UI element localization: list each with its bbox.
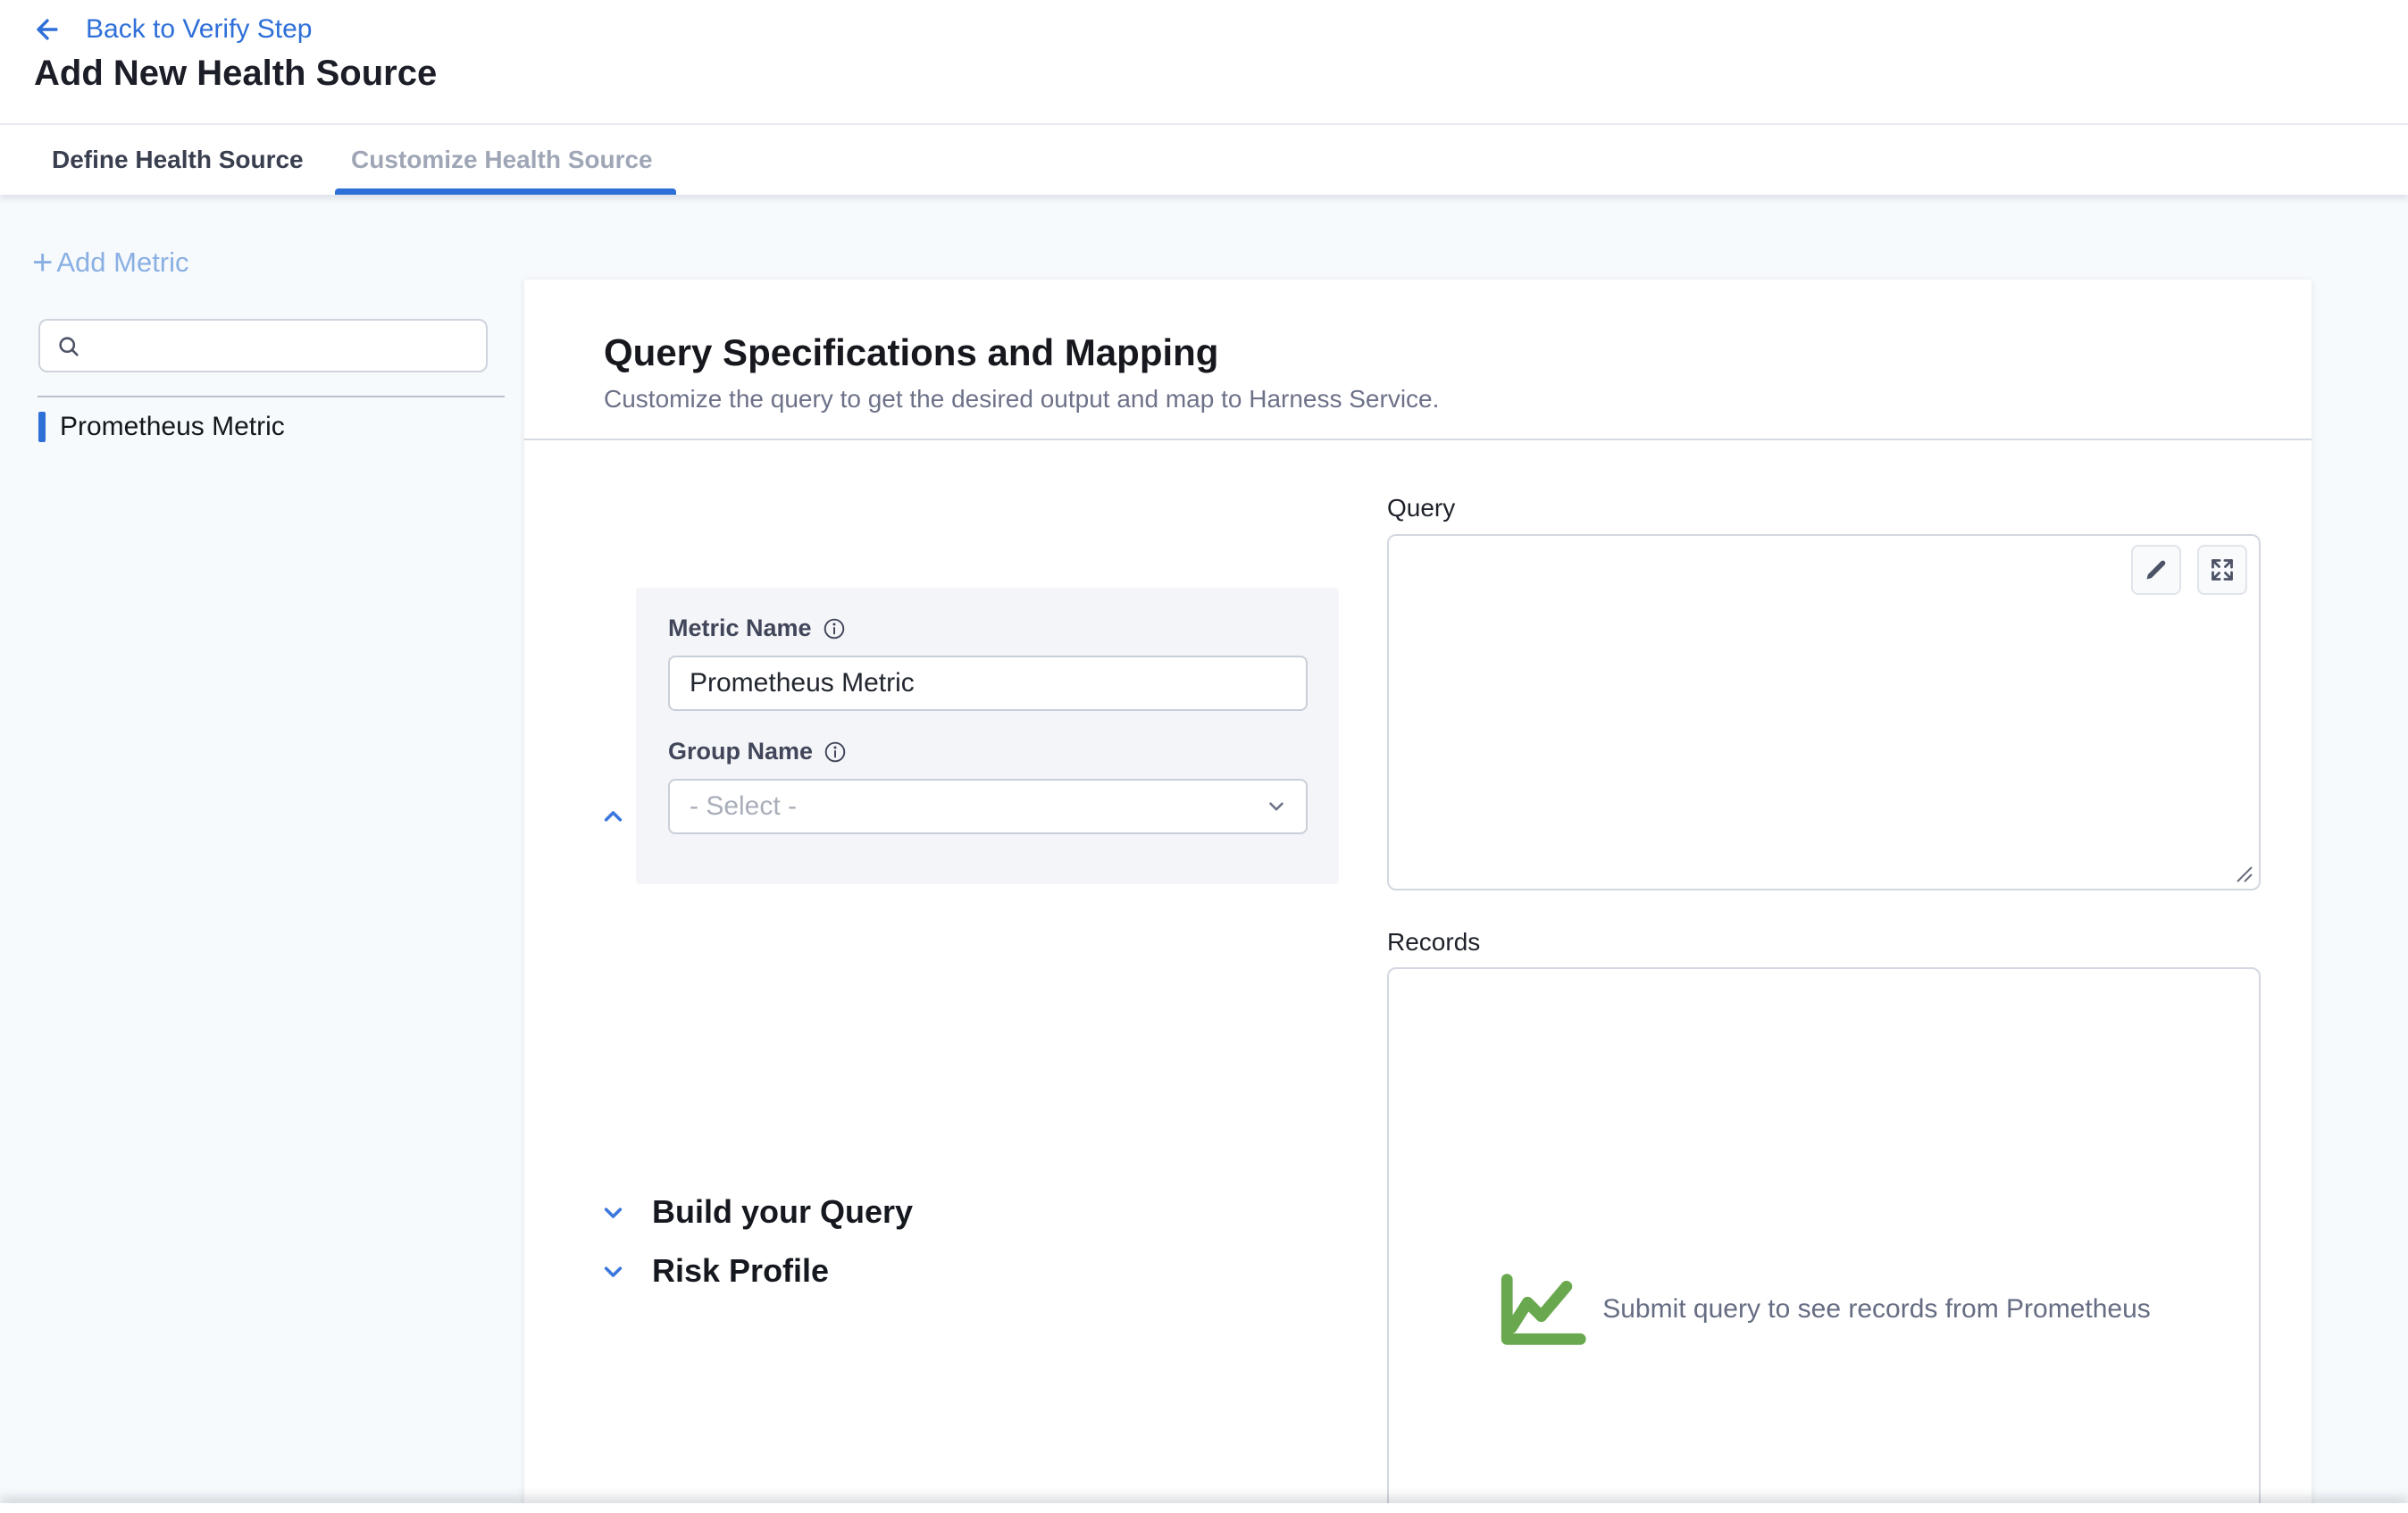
selected-indicator-bar [38, 412, 46, 442]
info-icon[interactable] [824, 740, 847, 764]
pencil-icon [2144, 557, 2169, 582]
query-label: Query [1387, 494, 1455, 522]
section-title: Build your Query [652, 1193, 913, 1231]
group-name-label-text: Group Name [668, 738, 813, 765]
metric-item-label: Prometheus Metric [60, 412, 285, 442]
query-textarea[interactable] [1387, 534, 2261, 890]
info-icon[interactable] [823, 617, 846, 640]
card-divider [524, 439, 2312, 440]
metric-name-label: Metric Name [668, 614, 846, 642]
expand-icon [2210, 557, 2235, 582]
card-subheading: Customize the query to get the desired o… [604, 385, 1439, 414]
chevron-down-icon [1265, 795, 1288, 818]
sidebar-item-prometheus-metric[interactable]: Prometheus Metric [38, 412, 285, 442]
back-to-verify-step-link[interactable]: Back to Verify Step [32, 14, 312, 45]
active-tab-underline [335, 188, 676, 195]
chevron-down-icon [601, 1200, 625, 1225]
edit-query-button[interactable] [2131, 545, 2181, 595]
resize-handle[interactable] [2234, 864, 2255, 885]
metric-name-input[interactable] [668, 656, 1308, 711]
page-title: Add New Health Source [34, 54, 437, 94]
section-risk-profile[interactable]: Risk Profile [601, 1252, 829, 1290]
sidebar-divider [38, 396, 505, 397]
add-metric-label: Add Metric [56, 247, 188, 279]
back-link-label: Back to Verify Step [86, 14, 312, 45]
records-empty-message: Submit query to see records from Prometh… [1602, 1294, 2151, 1325]
tab-bar: Define Health Source Customize Health So… [0, 125, 2408, 195]
add-metric-button[interactable]: + Add Metric [32, 247, 189, 279]
group-name-select[interactable]: - Select - [668, 779, 1308, 834]
expand-query-button[interactable] [2197, 545, 2247, 595]
chevron-up-icon [601, 805, 625, 829]
arrow-left-icon [32, 14, 63, 45]
card-heading: Query Specifications and Mapping [604, 331, 1218, 374]
records-panel: Submit query to see records from Prometh… [1387, 967, 2261, 1513]
section-build-your-query[interactable]: Build your Query [601, 1193, 913, 1231]
records-label: Records [1387, 928, 1480, 957]
query-specifications-card: Query Specifications and Mapping Customi… [524, 280, 2312, 1513]
plus-icon: + [32, 249, 53, 277]
section-title: Risk Profile [652, 1252, 829, 1290]
tab-define-health-source[interactable]: Define Health Source [52, 125, 304, 195]
select-placeholder: - Select - [690, 791, 797, 822]
footer-bar [0, 1503, 2408, 1513]
metric-search-box [38, 319, 488, 372]
records-empty-state: Submit query to see records from Prometh… [1497, 1273, 2151, 1346]
line-chart-icon [1497, 1273, 1590, 1346]
chevron-down-icon [601, 1259, 625, 1283]
header-top-section: Back to Verify Step Add New Health Sourc… [0, 0, 2408, 125]
page-header: Back to Verify Step Add New Health Sourc… [0, 0, 2408, 195]
group-name-label: Group Name [668, 738, 847, 765]
tab-customize-health-source[interactable]: Customize Health Source [351, 125, 653, 195]
metric-search-input[interactable] [92, 321, 476, 371]
map-metric-form-panel: Metric Name Group Name - Select - [636, 588, 1339, 884]
metric-name-label-text: Metric Name [668, 614, 812, 642]
